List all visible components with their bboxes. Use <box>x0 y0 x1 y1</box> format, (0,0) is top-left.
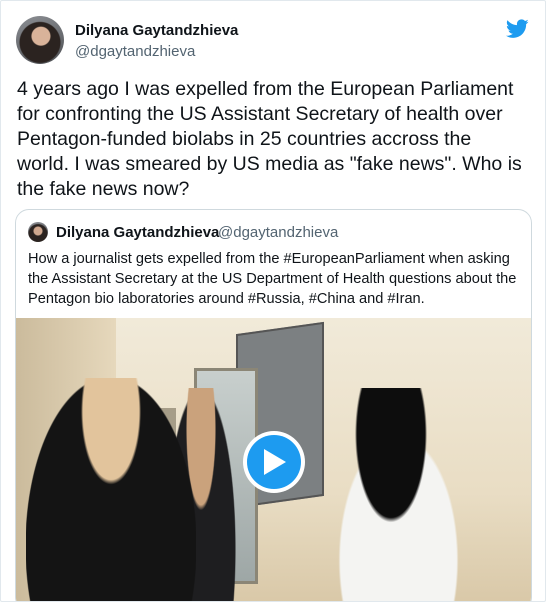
author-avatar[interactable] <box>16 16 64 64</box>
author-handle[interactable]: @dgaytandzhieva <box>75 43 195 60</box>
video-scene-person <box>316 388 466 601</box>
quoted-author-handle[interactable]: @dgaytandzhieva <box>218 224 338 241</box>
tweet-card: Dilyana Gaytandzhieva @dgaytandzhieva 4 … <box>0 0 546 602</box>
tweet-text: 4 years ago I was expelled from the Euro… <box>17 78 522 200</box>
twitter-bird-icon[interactable] <box>506 19 529 39</box>
quoted-tweet[interactable]: Dilyana Gaytandzhieva @dgaytandzhieva Ho… <box>15 209 532 601</box>
play-button[interactable] <box>243 431 305 493</box>
play-icon <box>264 449 286 475</box>
author-name[interactable]: Dilyana Gaytandzhieva <box>75 22 238 39</box>
video-scene-person <box>26 378 196 601</box>
quoted-author-name[interactable]: Dilyana Gaytandzhieva <box>56 224 219 241</box>
video-thumbnail[interactable] <box>16 318 531 601</box>
quoted-author-avatar[interactable] <box>28 222 48 242</box>
quoted-tweet-text: How a journalist gets expelled from the … <box>28 251 517 307</box>
